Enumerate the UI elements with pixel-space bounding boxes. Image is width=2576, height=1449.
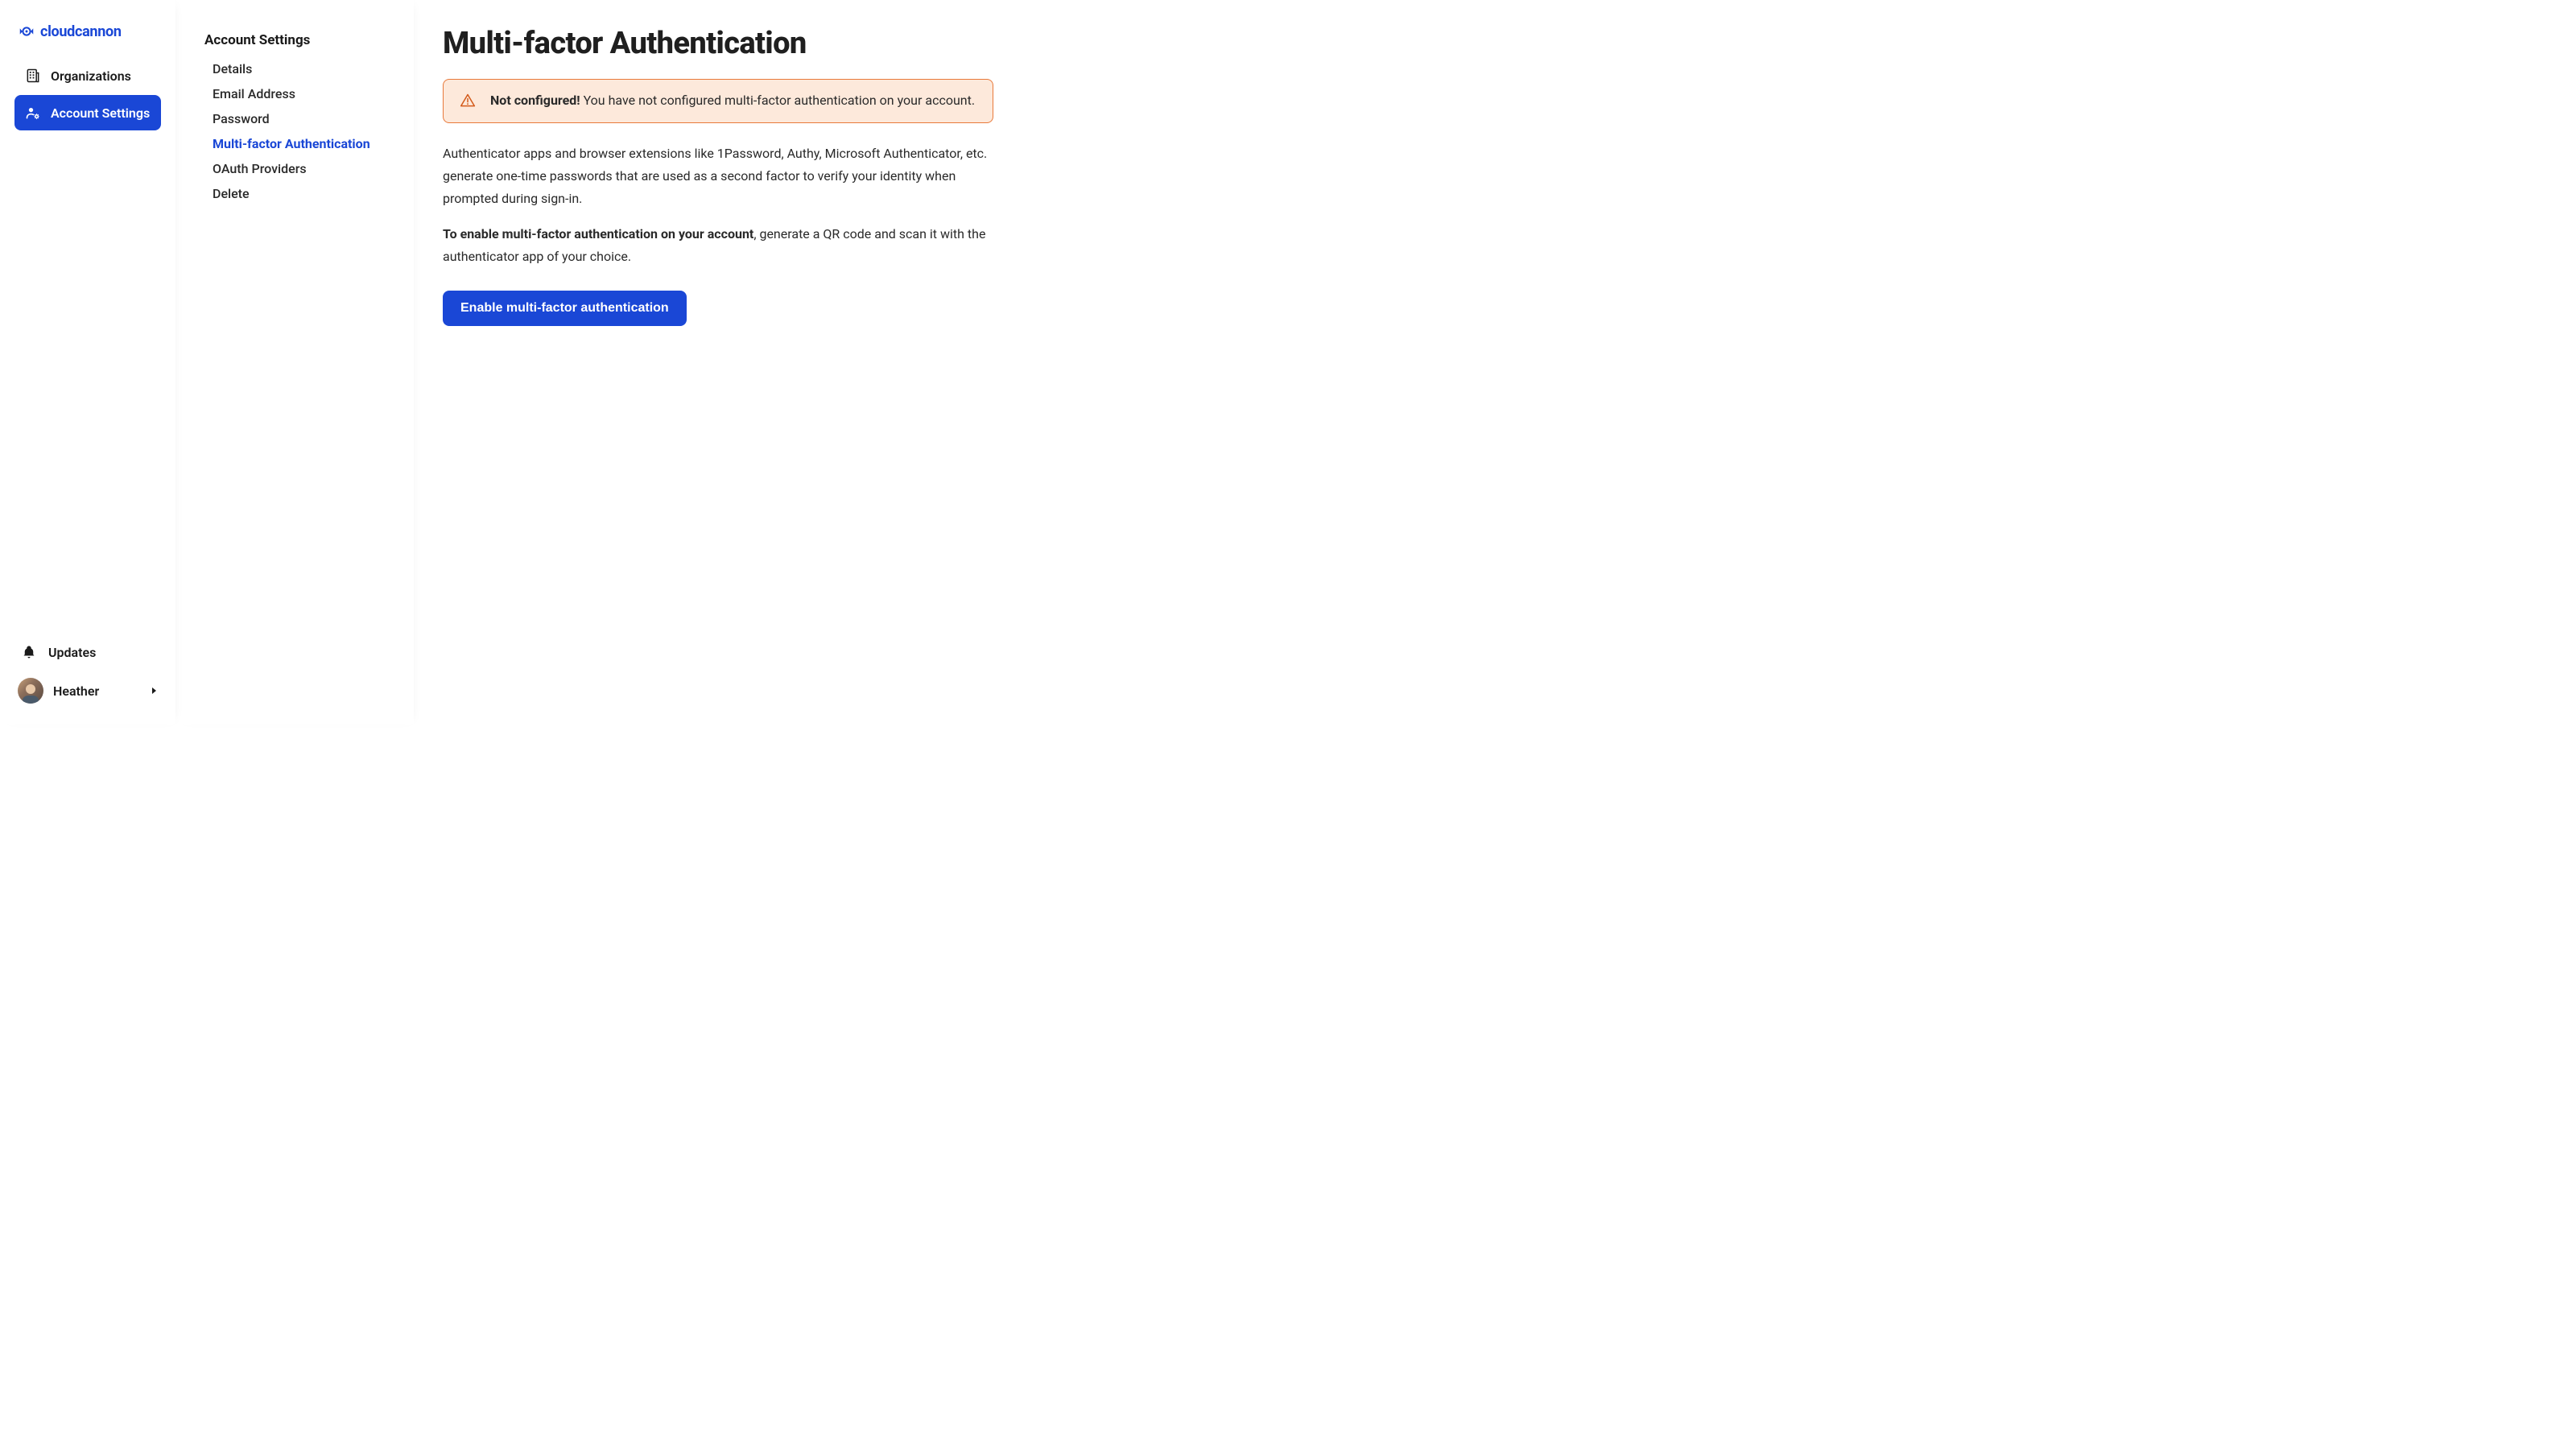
primary-nav: Organizations Account Settings <box>14 58 161 130</box>
secondary-heading: Account Settings <box>204 32 391 48</box>
cloudcannon-logo-icon <box>18 23 35 40</box>
secondary-item-label: Password <box>213 111 270 126</box>
sidebar-bottom: Updates Heather <box>14 636 161 710</box>
secondary-item-mfa[interactable]: Multi-factor Authentication <box>204 131 391 156</box>
secondary-item-label: OAuth Providers <box>213 161 307 176</box>
avatar <box>18 678 43 704</box>
updates-label: Updates <box>48 645 96 660</box>
bell-icon <box>21 644 37 660</box>
secondary-item-label: Multi-factor Authentication <box>213 136 370 151</box>
nav-item-label: Account Settings <box>51 105 150 121</box>
user-cog-icon <box>25 105 41 121</box>
secondary-item-label: Email Address <box>213 86 295 101</box>
nav-item-organizations[interactable]: Organizations <box>14 58 161 93</box>
brand-logo[interactable]: cloudcannon <box>14 16 161 58</box>
secondary-item-delete[interactable]: Delete <box>204 181 391 206</box>
building-icon <box>25 68 41 84</box>
nav-item-label: Organizations <box>51 68 131 84</box>
alert-rest: You have not configured multi-factor aut… <box>580 93 975 108</box>
secondary-item-label: Delete <box>213 186 250 201</box>
updates-item[interactable]: Updates <box>14 636 161 668</box>
nav-item-account-settings[interactable]: Account Settings <box>14 95 161 130</box>
enable-mfa-button[interactable]: Enable multi-factor authentication <box>443 291 687 326</box>
secondary-sidebar: Account Settings Details Email Address P… <box>175 0 414 724</box>
caret-right-icon <box>151 687 158 695</box>
alert-strong: Not configured! <box>490 93 580 108</box>
secondary-item-oauth-providers[interactable]: OAuth Providers <box>204 156 391 181</box>
page-title: Multi-factor Authentication <box>443 26 1249 61</box>
alert-text: Not configured! You have not configured … <box>490 93 975 109</box>
main-content: Multi-factor Authentication Not configur… <box>414 0 1288 724</box>
brand-name: cloudcannon <box>40 23 122 40</box>
secondary-item-details[interactable]: Details <box>204 56 391 81</box>
secondary-item-password[interactable]: Password <box>204 106 391 131</box>
user-name: Heather <box>53 683 99 699</box>
secondary-nav: Details Email Address Password Multi-fac… <box>204 56 391 206</box>
primary-sidebar: cloudcannon Organizations <box>0 0 175 724</box>
warning-icon <box>460 93 476 109</box>
secondary-item-label: Details <box>213 61 252 76</box>
para-enable-instructions: To enable multi-factor authentication on… <box>443 223 993 268</box>
secondary-item-email-address[interactable]: Email Address <box>204 81 391 106</box>
para-apps-description: Authenticator apps and browser extension… <box>443 142 993 210</box>
alert-not-configured: Not configured! You have not configured … <box>443 79 993 123</box>
user-menu[interactable]: Heather <box>14 671 161 710</box>
para-enable-strong: To enable multi-factor authentication on… <box>443 226 753 242</box>
